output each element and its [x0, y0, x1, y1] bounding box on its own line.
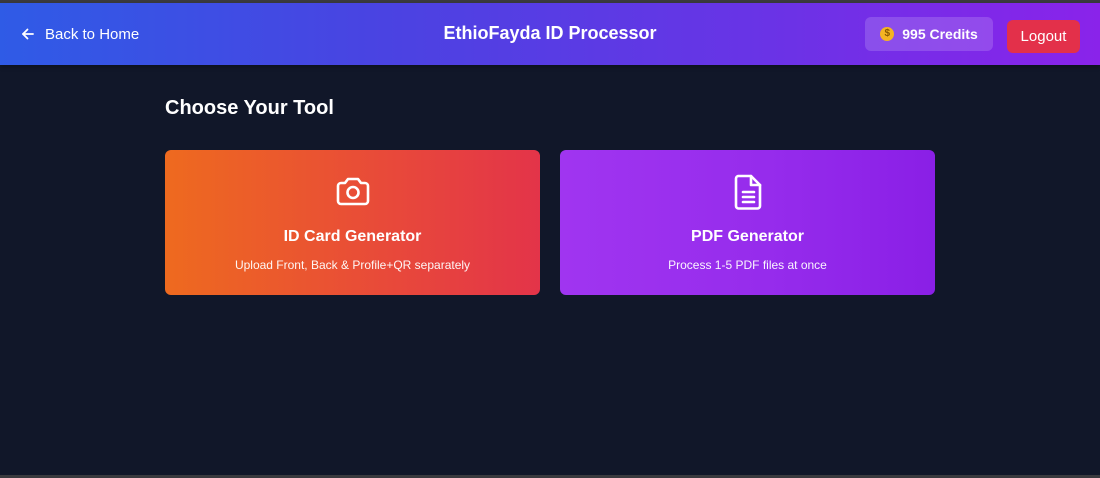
- credits-label: 995 Credits: [902, 26, 978, 42]
- card-title: ID Card Generator: [283, 228, 422, 245]
- arrow-left-icon: [20, 26, 36, 42]
- back-to-home-link[interactable]: Back to Home: [20, 22, 139, 46]
- pdf-generator-card[interactable]: PDF Generator Process 1-5 PDF files at o…: [560, 150, 935, 295]
- coin-icon: $: [880, 27, 895, 41]
- section-title: Choose Your Tool: [165, 97, 334, 119]
- card-title: PDF Generator: [691, 228, 804, 245]
- document-icon: [560, 172, 935, 212]
- card-description: Upload Front, Back & Profile+QR separate…: [234, 258, 471, 272]
- camera-icon: [165, 172, 540, 212]
- card-description: Process 1-5 PDF files at once: [668, 258, 827, 272]
- top-navigation-bar: Back to Home EthioFayda ID Processor $ 9…: [0, 3, 1100, 65]
- credits-badge: $ 995 Credits: [865, 17, 993, 51]
- logout-button[interactable]: Logout: [1007, 20, 1080, 53]
- id-card-generator-card[interactable]: ID Card Generator Upload Front, Back & P…: [165, 150, 540, 295]
- back-to-home-label: Back to Home: [45, 25, 140, 43]
- app-window: Back to Home EthioFayda ID Processor $ 9…: [0, 0, 1100, 478]
